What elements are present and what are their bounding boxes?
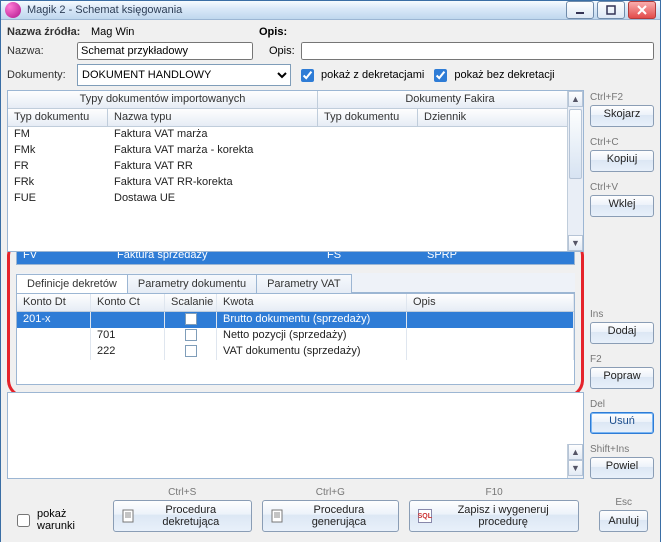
powiel-button[interactable]: Powiel xyxy=(590,457,654,479)
hint-anuluj: Esc xyxy=(599,497,648,508)
doc-types-grid[interactable]: Typy dokumentów importowanych Dokumenty … xyxy=(7,90,584,252)
document-icon xyxy=(271,509,284,523)
procedura-generujaca-button[interactable]: Procedura generująca xyxy=(262,500,399,532)
col-konto-ct[interactable]: Konto Ct xyxy=(91,294,165,311)
close-button[interactable] xyxy=(628,1,656,19)
scroll-up-icon[interactable]: ▲ xyxy=(568,91,583,107)
close-icon xyxy=(637,5,647,15)
section-imported: Typy dokumentów importowanych xyxy=(8,91,318,108)
source-label: Nazwa źródła: xyxy=(7,26,85,38)
minimize-button[interactable] xyxy=(566,1,594,19)
maximize-icon xyxy=(606,5,616,15)
dodaj-button[interactable]: Dodaj xyxy=(590,322,654,344)
tab-definicje[interactable]: Definicje dekretów xyxy=(16,274,128,293)
doc-types-body: FMFaktura VAT marża FMkFaktura VAT marża… xyxy=(8,127,583,207)
hint-proc-gener: Ctrl+G xyxy=(262,487,399,498)
checkbox-icon[interactable] xyxy=(185,313,197,325)
decree-grid[interactable]: Konto Dt Konto Ct Scalanie Kwota Opis 20… xyxy=(16,293,575,385)
section-fakir: Dokumenty Fakira xyxy=(318,91,583,108)
hint-dodaj: Ins xyxy=(590,309,654,320)
bottom-bar: pokaż warunki Ctrl+S Procedura dekretują… xyxy=(7,483,654,536)
docs-combo[interactable]: DOKUMENT HANDLOWY xyxy=(77,64,291,86)
source-value: Mag Win xyxy=(91,26,241,38)
hint-zapisz: F10 xyxy=(409,487,580,498)
scroll-track[interactable] xyxy=(568,107,583,235)
col-opis[interactable]: Opis xyxy=(407,294,574,311)
table-row[interactable]: FMFaktura VAT marża xyxy=(8,127,583,143)
decree-grid-extra: ▲ ▼ xyxy=(7,392,584,479)
kopiuj-button[interactable]: Kopiuj xyxy=(590,150,654,172)
scroll-up-icon[interactable]: ▲ xyxy=(568,444,583,460)
tab-parametry-dokumentu[interactable]: Parametry dokumentu xyxy=(127,274,257,293)
col-dziennik[interactable]: Dziennik xyxy=(418,109,583,126)
table-row-selected[interactable]: 201-x Brutto dokumentu (sprzedaży) xyxy=(17,312,574,328)
col-scalanie[interactable]: Scalanie xyxy=(165,294,217,311)
hint-usun: Del xyxy=(590,399,654,410)
checkbox-icon[interactable] xyxy=(185,329,197,341)
zapisz-procedure-button[interactable]: SQL Zapisz i wygeneruj procedurę xyxy=(409,500,580,532)
col-typ[interactable]: Typ dokumentu xyxy=(8,109,108,126)
procedura-dekretujaca-button[interactable]: Procedura dekretująca xyxy=(113,500,252,532)
desc-heading-label: Opis: xyxy=(259,26,287,38)
sql-save-icon: SQL xyxy=(418,509,432,523)
chk-without-dekret[interactable]: pokaż bez dekretacji xyxy=(430,66,554,85)
scroll-thumb[interactable] xyxy=(569,109,582,179)
opis-label: Opis: xyxy=(269,45,295,57)
chk-with-dekret[interactable]: pokaż z dekretacjami xyxy=(297,66,424,85)
decree-tabs: Definicje dekretów Parametry dokumentu P… xyxy=(16,273,575,293)
col-typ-f[interactable]: Typ dokumentu xyxy=(318,109,418,126)
document-icon xyxy=(122,509,135,523)
titlebar: Magik 2 - Schemat księgowania xyxy=(1,1,660,20)
tab-parametry-vat[interactable]: Parametry VAT xyxy=(256,274,352,293)
vscrollbar-small[interactable]: ▲ ▼ xyxy=(567,444,583,478)
hint-wklej: Ctrl+V xyxy=(590,182,654,193)
hint-skojarz: Ctrl+F2 xyxy=(590,92,654,103)
scroll-down-icon[interactable]: ▼ xyxy=(568,235,583,251)
vscrollbar[interactable]: ▲ ▼ xyxy=(567,91,583,251)
app-icon xyxy=(5,2,21,18)
maximize-button[interactable] xyxy=(597,1,625,19)
table-row[interactable]: FMkFaktura VAT marża - korekta xyxy=(8,143,583,159)
name-input[interactable] xyxy=(77,42,253,60)
wklej-button[interactable]: Wklej xyxy=(590,195,654,217)
hint-popraw: F2 xyxy=(590,354,654,365)
hint-powiel: Shift+Ins xyxy=(590,444,654,455)
hint-proc-dekret: Ctrl+S xyxy=(113,487,252,498)
table-row[interactable]: 701 Netto pozycji (sprzedaży) xyxy=(17,328,574,344)
anuluj-button[interactable]: Anuluj xyxy=(599,510,648,532)
col-konto-dt[interactable]: Konto Dt xyxy=(17,294,91,311)
table-row[interactable]: FRFaktura VAT RR xyxy=(8,159,583,175)
scroll-down-icon[interactable]: ▼ xyxy=(568,460,583,476)
popraw-button[interactable]: Popraw xyxy=(590,367,654,389)
window-title: Magik 2 - Schemat księgowania xyxy=(27,4,566,16)
table-row[interactable]: FUEDostawa UE xyxy=(8,191,583,207)
usun-button[interactable]: Usuń xyxy=(590,412,654,434)
skojarz-button[interactable]: Skojarz xyxy=(590,105,654,127)
chk-pokaz-warunki[interactable]: pokaż warunki xyxy=(13,508,103,532)
hint-kopiuj: Ctrl+C xyxy=(590,137,654,148)
docs-label: Dokumenty: xyxy=(7,69,71,81)
highlight-annotation: FV Faktura sprzedaży FS SPRP Definicje d… xyxy=(7,238,584,398)
minimize-icon xyxy=(575,5,585,15)
checkbox-icon[interactable] xyxy=(185,345,197,357)
app-window: Magik 2 - Schemat księgowania Nazwa źród… xyxy=(0,0,661,542)
name-label: Nazwa: xyxy=(7,45,71,57)
table-row[interactable]: FRkFaktura VAT RR-korekta xyxy=(8,175,583,191)
opis-input[interactable] xyxy=(301,42,654,60)
col-kwota[interactable]: Kwota xyxy=(217,294,407,311)
side-actions: Ctrl+F2 Skojarz Ctrl+C Kopiuj Ctrl+V Wkl… xyxy=(590,90,654,479)
col-nazwa[interactable]: Nazwa typu xyxy=(108,109,318,126)
table-row[interactable]: 222 VAT dokumentu (sprzedaży) xyxy=(17,344,574,360)
